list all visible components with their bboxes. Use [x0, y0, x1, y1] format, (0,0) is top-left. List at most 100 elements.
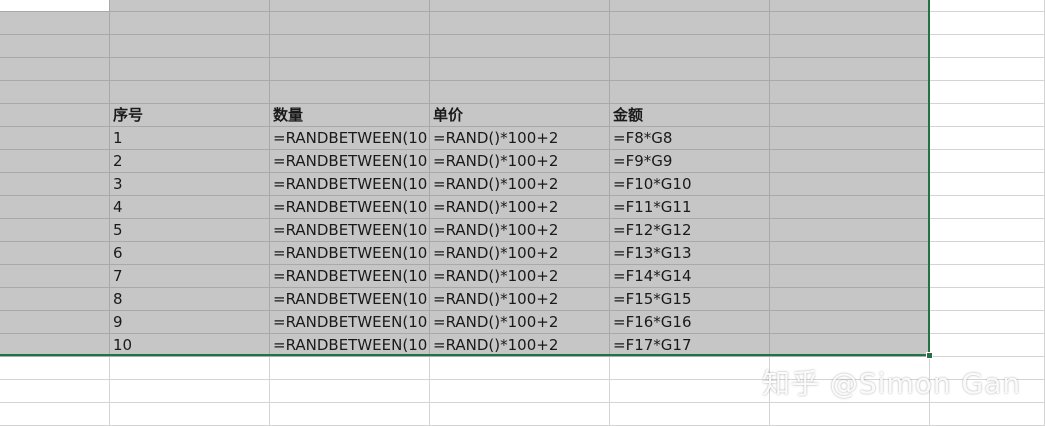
- cell[interactable]: [430, 403, 610, 426]
- data-cell[interactable]: 9: [110, 311, 270, 334]
- data-cell[interactable]: =RANDBETWEEN(10: [270, 127, 430, 150]
- cell[interactable]: [930, 12, 1045, 35]
- cell[interactable]: [0, 357, 110, 380]
- cell[interactable]: [0, 196, 110, 219]
- cell[interactable]: [0, 403, 110, 426]
- cell[interactable]: [0, 219, 110, 242]
- data-cell[interactable]: =RAND()*100+2: [430, 265, 610, 288]
- data-cell[interactable]: 3: [110, 173, 270, 196]
- cell[interactable]: [110, 35, 270, 58]
- column-header-cell[interactable]: 金额: [610, 104, 770, 127]
- cell[interactable]: [770, 81, 930, 104]
- cell[interactable]: [770, 150, 930, 173]
- data-cell[interactable]: =F8*G8: [610, 127, 770, 150]
- cell[interactable]: [270, 81, 430, 104]
- data-cell[interactable]: =RANDBETWEEN(10: [270, 242, 430, 265]
- cell[interactable]: [430, 58, 610, 81]
- cell[interactable]: [430, 0, 610, 12]
- cell[interactable]: [110, 357, 270, 380]
- data-cell[interactable]: =F13*G13: [610, 242, 770, 265]
- cell[interactable]: [930, 196, 1045, 219]
- cell[interactable]: [770, 104, 930, 127]
- cell[interactable]: [930, 35, 1045, 58]
- data-cell[interactable]: 1: [110, 127, 270, 150]
- cell[interactable]: [110, 380, 270, 403]
- cell[interactable]: [930, 150, 1045, 173]
- cell[interactable]: [770, 12, 930, 35]
- data-cell[interactable]: =F11*G11: [610, 196, 770, 219]
- cell[interactable]: [930, 58, 1045, 81]
- cell[interactable]: [430, 12, 610, 35]
- cell[interactable]: [0, 81, 110, 104]
- column-header-cell[interactable]: 数量: [270, 104, 430, 127]
- cell[interactable]: [610, 35, 770, 58]
- cell[interactable]: [110, 58, 270, 81]
- cell[interactable]: [0, 334, 110, 357]
- cell[interactable]: [770, 242, 930, 265]
- cell[interactable]: [930, 219, 1045, 242]
- data-cell[interactable]: =RAND()*100+2: [430, 173, 610, 196]
- cell[interactable]: [270, 58, 430, 81]
- cell[interactable]: [270, 380, 430, 403]
- cell[interactable]: [0, 0, 110, 12]
- data-cell[interactable]: =RANDBETWEEN(10: [270, 219, 430, 242]
- cell[interactable]: [770, 0, 930, 12]
- cell[interactable]: [930, 265, 1045, 288]
- data-cell[interactable]: =RAND()*100+2: [430, 242, 610, 265]
- data-cell[interactable]: =RANDBETWEEN(10: [270, 196, 430, 219]
- cell[interactable]: [610, 357, 770, 380]
- data-cell[interactable]: =RANDBETWEEN(10: [270, 265, 430, 288]
- cell[interactable]: [270, 35, 430, 58]
- data-cell[interactable]: 4: [110, 196, 270, 219]
- cell[interactable]: [610, 380, 770, 403]
- data-cell[interactable]: =F12*G12: [610, 219, 770, 242]
- cell[interactable]: [0, 35, 110, 58]
- cell[interactable]: [610, 81, 770, 104]
- cell[interactable]: [0, 242, 110, 265]
- cell[interactable]: [770, 219, 930, 242]
- cell[interactable]: [270, 403, 430, 426]
- data-cell[interactable]: =RANDBETWEEN(10: [270, 311, 430, 334]
- cell[interactable]: [930, 104, 1045, 127]
- cell[interactable]: [770, 334, 930, 357]
- cell[interactable]: [430, 357, 610, 380]
- data-cell[interactable]: =F14*G14: [610, 265, 770, 288]
- cell[interactable]: [0, 12, 110, 35]
- cell[interactable]: [0, 104, 110, 127]
- cell[interactable]: [610, 403, 770, 426]
- cell[interactable]: [270, 357, 430, 380]
- cell[interactable]: [430, 380, 610, 403]
- cell[interactable]: [930, 173, 1045, 196]
- cell[interactable]: [610, 58, 770, 81]
- cell[interactable]: [110, 403, 270, 426]
- cell[interactable]: [0, 288, 110, 311]
- data-cell[interactable]: =RANDBETWEEN(10: [270, 334, 430, 357]
- data-cell[interactable]: =RAND()*100+2: [430, 150, 610, 173]
- column-header-cell[interactable]: 单价: [430, 104, 610, 127]
- cell[interactable]: [0, 127, 110, 150]
- data-cell[interactable]: =RANDBETWEEN(10: [270, 150, 430, 173]
- cell[interactable]: [930, 81, 1045, 104]
- fill-handle[interactable]: [926, 352, 933, 359]
- column-header-cell[interactable]: 序号: [110, 104, 270, 127]
- cell[interactable]: [930, 403, 1045, 426]
- cell[interactable]: [270, 0, 430, 12]
- data-cell[interactable]: 5: [110, 219, 270, 242]
- cell[interactable]: [110, 0, 270, 12]
- cell[interactable]: [770, 127, 930, 150]
- data-cell[interactable]: =RAND()*100+2: [430, 127, 610, 150]
- data-cell[interactable]: 10: [110, 334, 270, 357]
- data-cell[interactable]: =F17*G17: [610, 334, 770, 357]
- cell[interactable]: [770, 311, 930, 334]
- cell[interactable]: [0, 173, 110, 196]
- data-cell[interactable]: =RAND()*100+2: [430, 311, 610, 334]
- cell[interactable]: [430, 81, 610, 104]
- cell[interactable]: [610, 12, 770, 35]
- cell[interactable]: [770, 58, 930, 81]
- cell[interactable]: [770, 35, 930, 58]
- cell[interactable]: [0, 150, 110, 173]
- cell[interactable]: [930, 0, 1045, 12]
- data-cell[interactable]: =F9*G9: [610, 150, 770, 173]
- cell[interactable]: [770, 196, 930, 219]
- data-cell[interactable]: =RAND()*100+2: [430, 288, 610, 311]
